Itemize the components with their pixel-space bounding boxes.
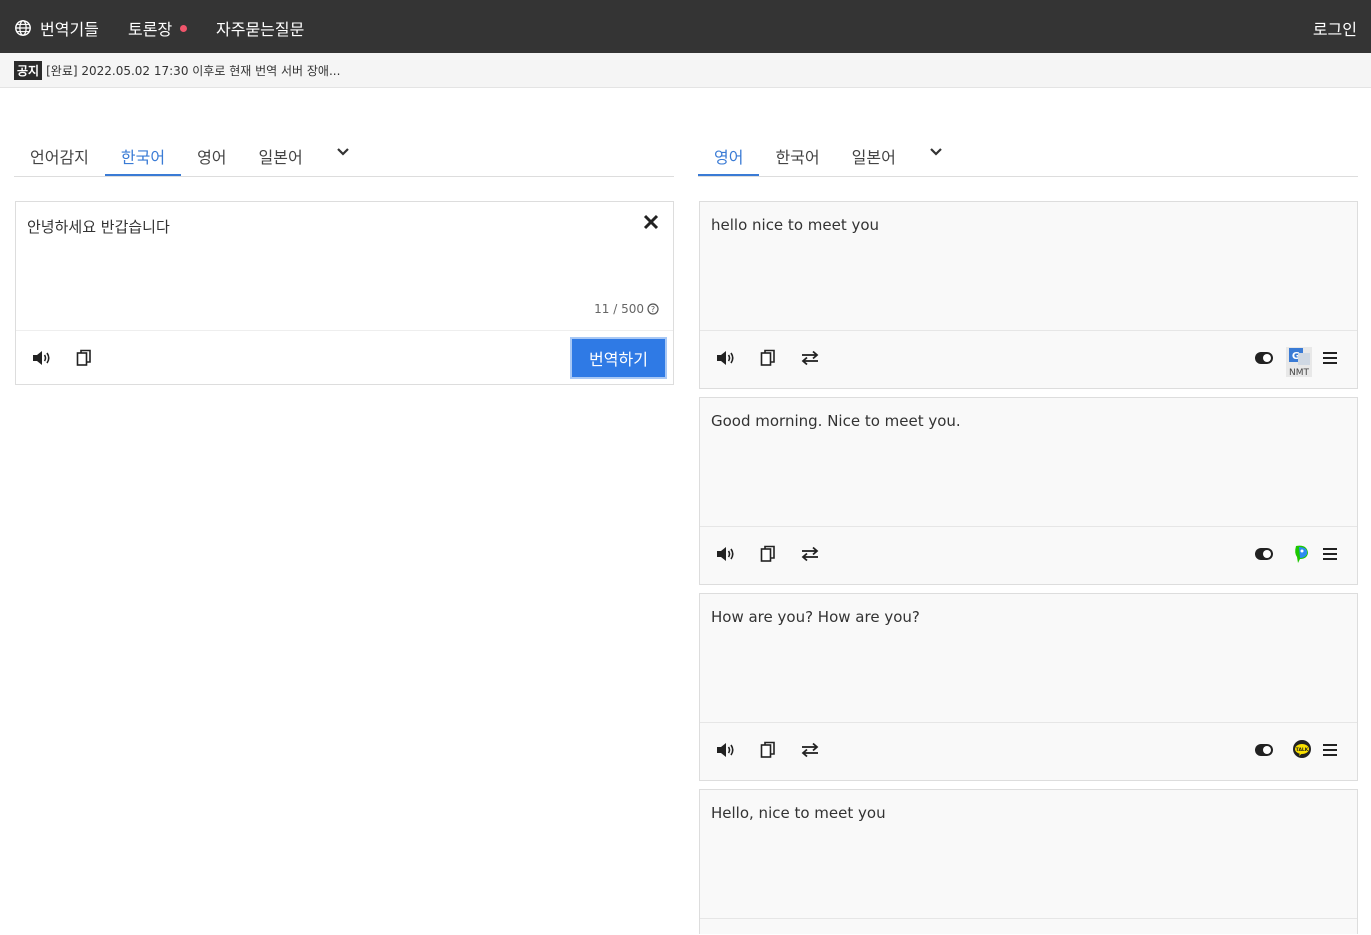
source-toolbar: 번역하기 xyxy=(16,330,673,384)
brand-label: 번역기들 xyxy=(40,20,99,39)
chevron-down-icon xyxy=(930,148,942,156)
chevron-down-icon xyxy=(336,148,349,156)
speaker-icon xyxy=(717,743,734,757)
result-panel-kakao: How are you? How are you? TALK xyxy=(699,593,1358,781)
result-panel-4: Hello, nice to meet you xyxy=(699,789,1358,934)
translate-button[interactable]: 번역하기 xyxy=(570,337,667,379)
result-menu-button[interactable] xyxy=(1318,738,1342,762)
result-toolbar xyxy=(700,918,1357,935)
toggle-icon xyxy=(1255,548,1273,560)
toggle-icon xyxy=(1255,352,1273,364)
login-link[interactable]: 로그인 xyxy=(1313,16,1357,40)
copy-icon xyxy=(760,349,775,366)
google-nmt-icon[interactable]: G NMT xyxy=(1286,347,1312,381)
swap-icon xyxy=(801,546,819,562)
result-copy-button[interactable] xyxy=(756,542,780,566)
result-speak-button[interactable] xyxy=(714,346,738,370)
notice-text: [완료] 2022.05.02 17:30 이후로 현재 번역 서버 장애... xyxy=(46,63,341,78)
result-text: hello nice to meet you xyxy=(711,216,880,234)
source-more-languages[interactable] xyxy=(319,144,367,176)
engine-label: NMT xyxy=(1289,368,1309,377)
clear-button[interactable] xyxy=(643,214,659,234)
result-toolbar: TALK xyxy=(700,722,1357,780)
result-panel-papago: Good morning. Nice to meet you. xyxy=(699,397,1358,585)
speaker-icon xyxy=(717,547,734,561)
tab-target-english[interactable]: 영어 xyxy=(698,144,760,176)
copy-icon xyxy=(76,349,91,366)
tab-source-korean[interactable]: 한국어 xyxy=(104,144,182,176)
result-swap-button[interactable] xyxy=(798,346,822,370)
notice-tag: 공지 xyxy=(14,60,43,80)
svg-text:?: ? xyxy=(651,305,655,314)
copy-icon xyxy=(760,741,775,758)
nav-forum-label: 토론장 xyxy=(128,20,173,39)
source-textarea[interactable]: 안녕하세요 반갑습니다 xyxy=(27,216,170,237)
login-label: 로그인 xyxy=(1312,20,1357,39)
engine-label: TALK xyxy=(1296,747,1309,753)
result-speak-button[interactable] xyxy=(714,542,738,566)
result-text: Good morning. Nice to meet you. xyxy=(711,412,961,430)
result-text: Hello, nice to meet you xyxy=(711,804,886,822)
tab-target-japanese[interactable]: 일본어 xyxy=(836,144,912,176)
tab-detect-language[interactable]: 언어감지 xyxy=(14,144,105,176)
result-swap-button[interactable] xyxy=(798,738,822,762)
swap-icon xyxy=(801,742,819,758)
nav-forum[interactable]: 토론장 xyxy=(128,16,188,40)
target-more-languages[interactable] xyxy=(912,144,960,176)
top-navbar: 번역기들 토론장 자주묻는질문 로그인 xyxy=(0,0,1371,53)
menu-icon xyxy=(1323,744,1337,756)
result-toolbar xyxy=(700,526,1357,584)
tab-target-korean[interactable]: 한국어 xyxy=(759,144,835,176)
papago-icon[interactable] xyxy=(1290,542,1314,566)
menu-icon xyxy=(1323,352,1337,364)
help-circle-icon[interactable]: ? xyxy=(647,303,659,315)
result-toggle[interactable] xyxy=(1252,542,1276,566)
result-toggle[interactable] xyxy=(1252,738,1276,762)
result-toolbar: G NMT xyxy=(700,330,1357,388)
toggle-icon xyxy=(1255,744,1273,756)
source-speak-button[interactable] xyxy=(30,346,54,370)
target-language-tabs: 영어 한국어 일본어 xyxy=(698,145,1358,177)
globe-icon xyxy=(15,20,31,36)
kakao-talk-icon[interactable]: TALK xyxy=(1290,738,1314,762)
char-counter: 11 / 500 ? xyxy=(594,302,659,316)
result-menu-button[interactable] xyxy=(1318,346,1342,370)
copy-icon xyxy=(760,545,775,562)
result-text: How are you? How are you? xyxy=(711,608,920,626)
nav-faq-label: 자주묻는질문 xyxy=(216,20,305,39)
brand-link[interactable]: 번역기들 xyxy=(14,16,99,40)
swap-icon xyxy=(801,350,819,366)
speaker-icon xyxy=(33,351,50,365)
result-menu-button[interactable] xyxy=(1318,542,1342,566)
source-language-tabs: 언어감지 한국어 영어 일본어 xyxy=(14,145,674,177)
notice-bar[interactable]: 공지 [완료] 2022.05.02 17:30 이후로 현재 번역 서버 장애… xyxy=(0,53,1371,88)
source-copy-button[interactable] xyxy=(72,346,96,370)
tab-source-japanese[interactable]: 일본어 xyxy=(243,144,319,176)
result-swap-button[interactable] xyxy=(798,542,822,566)
new-dot-indicator xyxy=(180,24,188,32)
result-copy-button[interactable] xyxy=(756,346,780,370)
result-copy-button[interactable] xyxy=(756,738,780,762)
menu-icon xyxy=(1323,548,1337,560)
result-toggle[interactable] xyxy=(1252,346,1276,370)
nav-faq[interactable]: 자주묻는질문 xyxy=(216,16,304,40)
close-icon xyxy=(643,214,659,230)
char-counter-text: 11 / 500 xyxy=(594,302,644,316)
result-speak-button[interactable] xyxy=(714,738,738,762)
speaker-icon xyxy=(717,351,734,365)
tab-source-english[interactable]: 영어 xyxy=(181,144,242,176)
result-panel-google: hello nice to meet you G NMT xyxy=(699,201,1358,389)
source-panel: 안녕하세요 반갑습니다 11 / 500 ? 번역하기 xyxy=(15,201,674,385)
